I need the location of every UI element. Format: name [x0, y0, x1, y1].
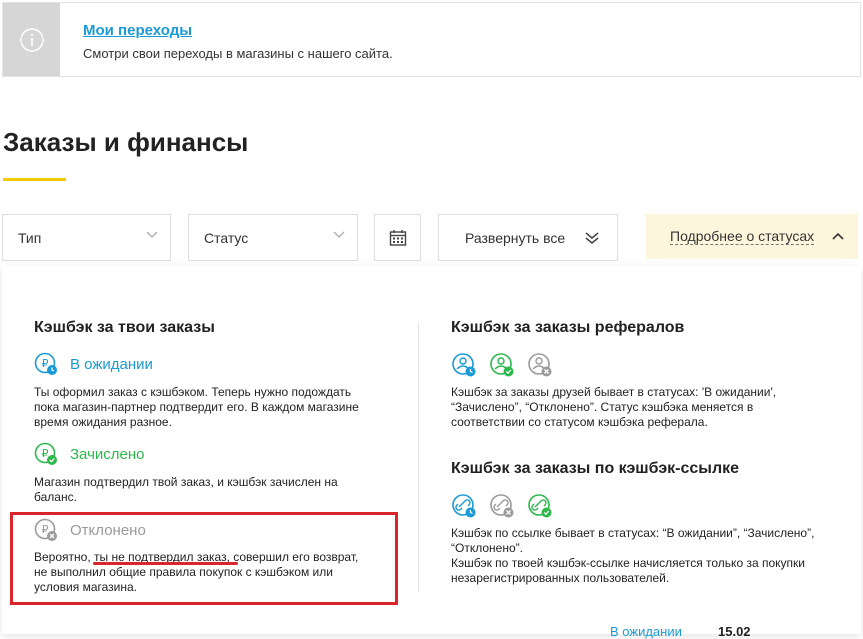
- status-filter-select[interactable]: Статус: [188, 214, 358, 261]
- status-pending-description: Ты оформил заказ с кэшбэком. Теперь нужн…: [34, 385, 359, 430]
- referral-credited-icon: [490, 353, 514, 377]
- date-picker-button[interactable]: [374, 214, 421, 261]
- link-orders-description: Кэшбэк по ссылке бывает в статусах: “В о…: [451, 526, 814, 586]
- text-line: Кэшбэк за заказы друзей бывает в статуса…: [451, 385, 777, 399]
- text-line: “Отклонено”.: [451, 541, 523, 555]
- referral-pending-icon: [452, 353, 476, 377]
- notice-description: Смотри свои переходы в магазины с нашего…: [83, 46, 393, 61]
- chevron-up-icon: [832, 232, 844, 240]
- link-declined-icon: [490, 494, 514, 518]
- cashback-credited-icon: ₽: [34, 442, 57, 465]
- transitions-notice: Мои переходы Смотри свои переходы в мага…: [2, 2, 861, 77]
- expand-all-label: Развернуть все: [465, 229, 566, 246]
- row-value-peek: 15.02: [718, 624, 751, 639]
- text-line: Магазин подтвердил твой заказ, и кэшбэк …: [34, 475, 338, 489]
- notice-icon-area: [3, 3, 60, 76]
- status-credited: ₽ Зачислено: [34, 442, 145, 466]
- text-line: незарегистрированных пользователей.: [451, 571, 670, 585]
- status-pending-label: В ожидании: [70, 355, 153, 373]
- status-filter-label: Статус: [204, 229, 249, 246]
- referral-orders-title: Кэшбэк за заказы рефералов: [451, 319, 685, 336]
- link-status-icons: [451, 493, 553, 519]
- my-transitions-link[interactable]: Мои переходы: [83, 22, 192, 39]
- chevron-down-icon: [146, 231, 158, 238]
- status-details-label: Подробнее о статусах: [670, 228, 815, 245]
- text-line: “Зачислено”, “Отклонено”. Статус кэшбэка…: [451, 400, 754, 414]
- title-accent-bar: [3, 178, 66, 181]
- text-line: Ты оформил заказ с кэшбэком. Теперь нужн…: [34, 385, 352, 399]
- text-line: Кэшбэк по ссылке бывает в статусах: “В о…: [451, 526, 815, 540]
- own-orders-title: Кэшбэк за твои заказы: [34, 319, 215, 336]
- referral-orders-description: Кэшбэк за заказы друзей бывает в статуса…: [451, 385, 776, 430]
- double-chevron-down-icon: [585, 232, 599, 244]
- link-pending-icon: [452, 494, 476, 518]
- text-line: пока магазин-партнер подтвердит его. В к…: [34, 400, 359, 414]
- chevron-down-icon: [333, 231, 345, 238]
- status-details-toggle[interactable]: Подробнее о статусах: [646, 214, 858, 259]
- expand-all-button[interactable]: Развернуть все: [438, 214, 618, 261]
- row-status-peek: В ожидании: [610, 624, 682, 639]
- text-line: соответствии со статусом кэшбэка реферал…: [451, 415, 708, 429]
- link-credited-icon: [528, 494, 552, 518]
- text-line: время ожидания разное.: [34, 415, 172, 429]
- type-filter-label: Тип: [18, 229, 42, 246]
- highlight-box: [10, 512, 398, 605]
- cashback-pending-icon: ₽: [34, 352, 57, 375]
- status-credited-label: Зачислено: [70, 445, 145, 463]
- page-title: Заказы и финансы: [3, 127, 249, 157]
- text-line: баланс.: [34, 490, 77, 504]
- status-credited-description: Магазин подтвердил твой заказ, и кэшбэк …: [34, 475, 338, 505]
- type-filter-select[interactable]: Тип: [2, 214, 171, 261]
- calendar-icon: [389, 229, 406, 246]
- column-divider: [418, 322, 419, 592]
- text-line: Кэшбэк по твоей кэшбэк-ссылке начисляетс…: [451, 556, 805, 570]
- link-orders-title: Кэшбэк за заказы по кэшбэк-ссылке: [451, 460, 740, 477]
- referral-status-icons: [451, 352, 553, 378]
- referral-declined-icon: [528, 353, 552, 377]
- status-pending: ₽ В ожидании: [34, 352, 153, 376]
- info-icon: [19, 27, 44, 52]
- highlight-underline: [93, 562, 238, 565]
